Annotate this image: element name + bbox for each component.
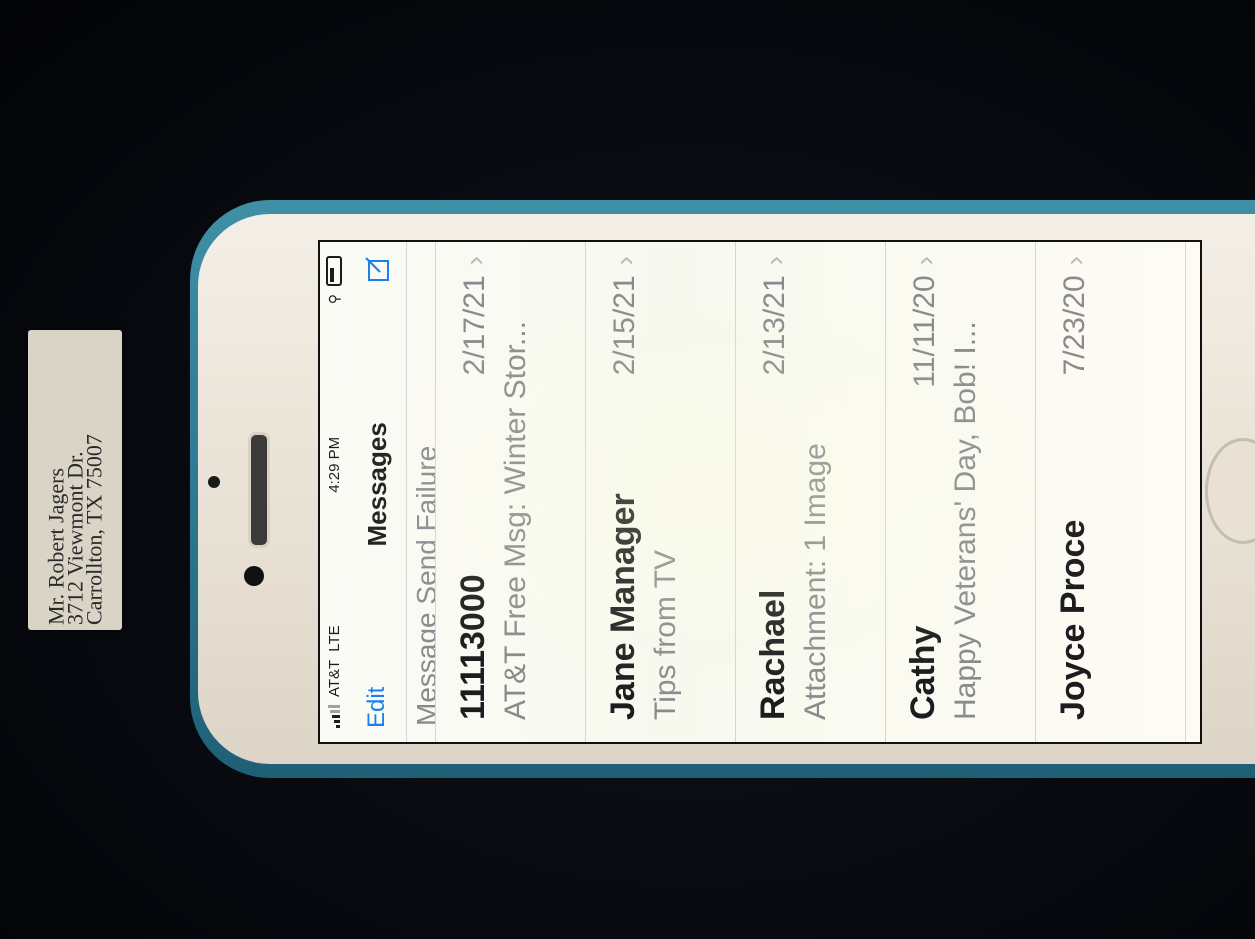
conversation-date: 7/23/20 [1058, 275, 1091, 376]
signal-icon [328, 705, 340, 728]
conversation-preview: Happy Veterans' Day, Bob! I... [949, 321, 982, 720]
status-left: AT&T LTE [326, 625, 343, 728]
edit-button[interactable]: Edit [363, 687, 391, 728]
conversation-sender: 11113000 [454, 574, 492, 720]
conversation-date: 2/15/21 [608, 275, 641, 376]
network-type: LTE [325, 625, 343, 652]
front-camera [244, 566, 264, 586]
send-failure-row[interactable]: Message Send Failure [407, 242, 436, 742]
conversation-sender: Rachael [754, 589, 792, 720]
conversation-date: 2/13/21 [758, 275, 791, 376]
conversation-row[interactable]: Cathy 11/11/20 › Happy Veterans' Day, Bo… [886, 242, 1036, 742]
address-label: Mr. Robert Jagers 3712 Viewmont Dr. Carr… [28, 330, 122, 630]
conversation-sender: Cathy [904, 625, 942, 720]
conversation-preview: Tips from TV [649, 549, 682, 720]
messages-app: AT&T LTE 4:29 PM ⚲ Edit Messages Message… [320, 242, 1200, 742]
chevron-right-icon: › [909, 256, 940, 266]
chevron-right-icon: › [609, 256, 640, 266]
status-bar: AT&T LTE 4:29 PM ⚲ [320, 242, 348, 742]
conversation-preview: AT&T Free Msg: Winter Stor... [499, 321, 532, 720]
conversation-row[interactable]: Jane Manager 2/15/21 › Tips from TV [586, 242, 736, 742]
conversation-row[interactable]: Joyce Proce 7/23/20 › [1036, 242, 1186, 742]
nav-bar: Edit Messages [348, 242, 407, 742]
compose-icon[interactable] [364, 256, 390, 282]
conversation-date: 2/17/21 [458, 275, 491, 376]
chevron-right-icon: › [459, 256, 490, 266]
chevron-right-icon: › [759, 256, 790, 266]
status-time: 4:29 PM [325, 436, 343, 493]
conversation-list: 11113000 2/17/21 › AT&T Free Msg: Winter… [436, 242, 1186, 742]
status-right: ⚲ [326, 256, 343, 304]
conversation-preview: Attachment: 1 Image [799, 443, 832, 720]
phone-screen: AT&T LTE 4:29 PM ⚲ Edit Messages Message… [318, 240, 1202, 744]
carrier-name: AT&T [325, 659, 343, 697]
conversation-row[interactable]: Rachael 2/13/21 › Attachment: 1 Image [736, 242, 886, 742]
conversation-sender: Jane Manager [604, 493, 642, 720]
proximity-sensor [208, 476, 220, 488]
earpiece-speaker [248, 432, 270, 548]
photo-scene: Mr. Robert Jagers 3712 Viewmont Dr. Carr… [0, 0, 1255, 939]
conversation-date: 11/11/20 [908, 275, 941, 388]
address-line-city: Carrollton, TX 75007 [81, 434, 107, 625]
conversation-sender: Joyce Proce [1054, 519, 1092, 720]
address-text: Mr. Robert Jagers 3712 Viewmont Dr. Carr… [44, 335, 107, 625]
battery-icon [326, 256, 342, 286]
rotation-lock-icon: ⚲ [325, 294, 342, 305]
conversation-row[interactable]: 11113000 2/17/21 › AT&T Free Msg: Winter… [436, 242, 586, 742]
chevron-right-icon: › [1059, 256, 1090, 266]
page-title: Messages [361, 422, 392, 547]
